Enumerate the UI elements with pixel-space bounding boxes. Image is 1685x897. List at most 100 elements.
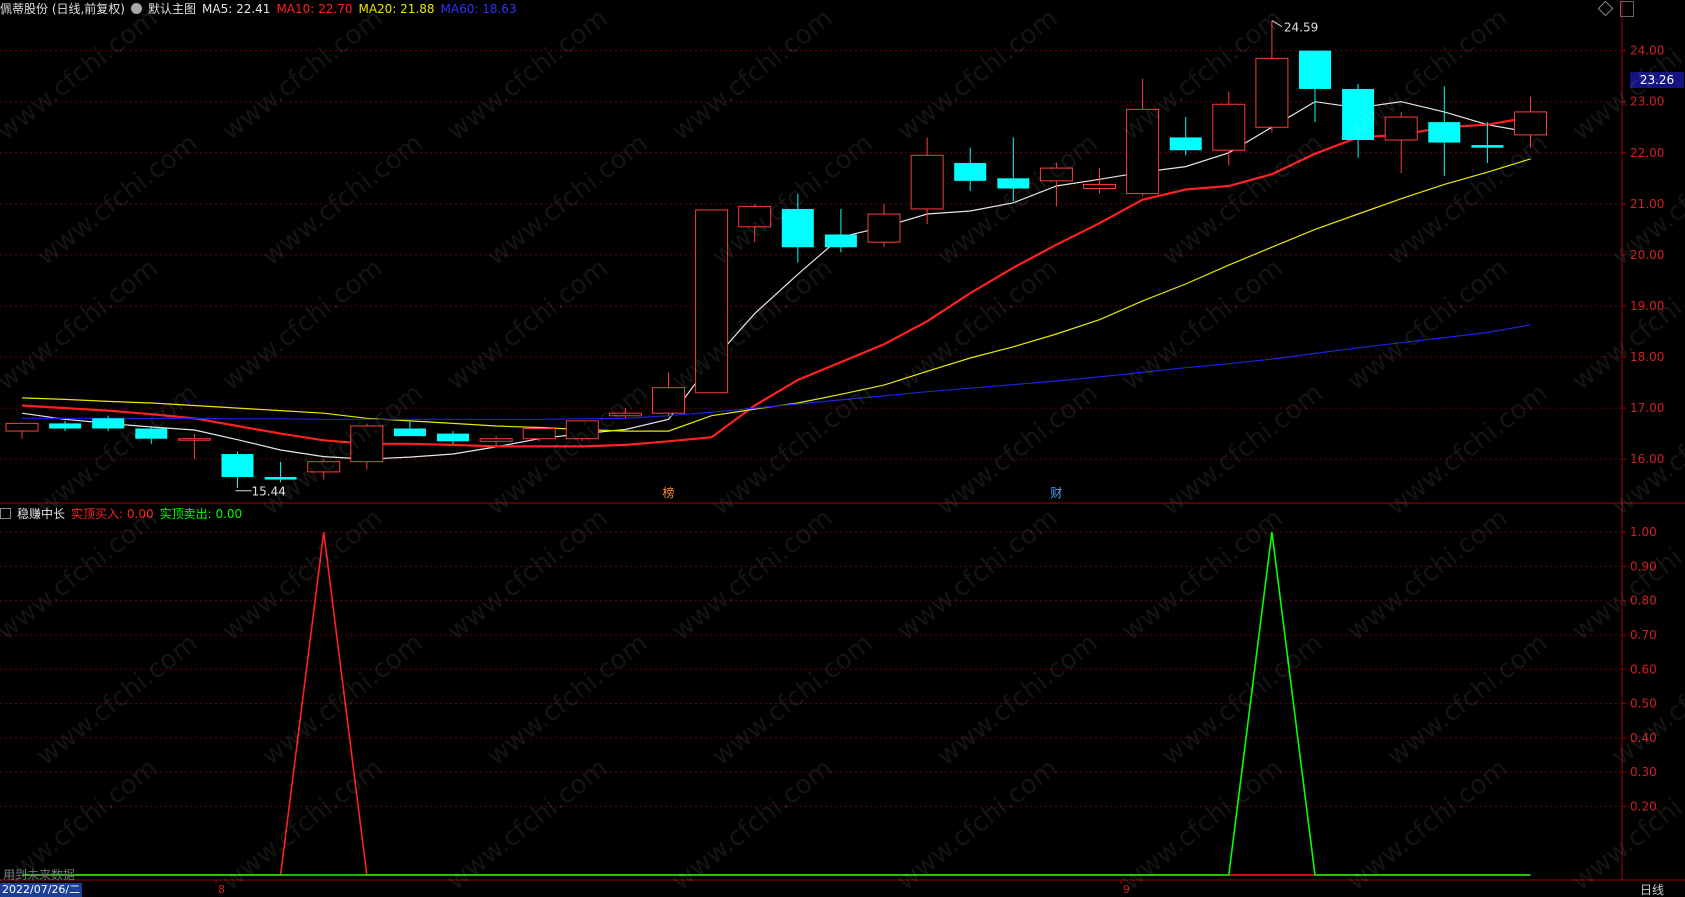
candle-body bbox=[781, 208, 814, 248]
candle-body bbox=[608, 412, 642, 417]
candle-body bbox=[1039, 167, 1073, 182]
candle-body bbox=[1255, 57, 1289, 128]
candle-body bbox=[910, 154, 944, 210]
indicator-name[interactable]: 稳赚中长 bbox=[17, 507, 65, 521]
candle-body bbox=[522, 428, 556, 440]
candle bbox=[49, 420, 82, 432]
panel-toggle-icon[interactable] bbox=[1620, 1, 1634, 17]
candle bbox=[177, 433, 211, 460]
candle-body bbox=[177, 438, 211, 441]
candle bbox=[1169, 117, 1202, 156]
month-label: 8 bbox=[218, 883, 225, 896]
ma-line-ma10 bbox=[21, 115, 1531, 448]
price-tick-label: 19.00 bbox=[1630, 299, 1664, 313]
indicator-tick-label: 0.90 bbox=[1630, 559, 1657, 573]
indicator-tick-label: 0.50 bbox=[1630, 697, 1657, 711]
month-label: 9 bbox=[1123, 883, 1130, 896]
ma10-label: MA10: 22.70 bbox=[276, 2, 353, 16]
candle bbox=[350, 423, 384, 470]
candle-body bbox=[49, 423, 82, 429]
candle-body bbox=[221, 454, 254, 478]
candle bbox=[1126, 78, 1160, 197]
candle-body bbox=[135, 428, 168, 439]
event-marker: 榜 bbox=[663, 485, 675, 500]
price-tick-label: 17.00 bbox=[1630, 401, 1664, 415]
candle-body bbox=[1342, 88, 1375, 140]
candle bbox=[1384, 111, 1418, 174]
candle-body bbox=[1384, 116, 1418, 141]
ma60-label: MA60: 18.63 bbox=[440, 2, 517, 16]
candle-body bbox=[264, 477, 297, 480]
buy-label: 实顶买入: 0.00 bbox=[71, 507, 154, 521]
event-marker: 财 bbox=[1050, 486, 1062, 500]
indicator-toggle-icon[interactable] bbox=[0, 508, 11, 519]
candle bbox=[1471, 122, 1504, 163]
period-label[interactable]: 日线 bbox=[1640, 883, 1664, 897]
candle bbox=[695, 209, 729, 394]
high-pointer bbox=[1271, 20, 1283, 27]
current-price-badge: 23.26 bbox=[1630, 72, 1684, 88]
ma-line-ma20 bbox=[21, 158, 1531, 432]
future-data-note: 用到未来数据 bbox=[3, 868, 76, 882]
indicator-tick-label: 0.40 bbox=[1630, 731, 1657, 745]
price-tick-label: 16.00 bbox=[1630, 452, 1664, 466]
candle bbox=[997, 137, 1030, 202]
indicator-tick-label: 0.60 bbox=[1630, 662, 1657, 676]
candle-body bbox=[954, 162, 987, 181]
candle bbox=[867, 203, 901, 248]
candle-body bbox=[479, 438, 513, 442]
candle bbox=[910, 137, 944, 225]
indicator-tick-label: 0.80 bbox=[1630, 594, 1657, 608]
candle bbox=[1255, 20, 1289, 133]
candle-body bbox=[437, 433, 469, 442]
ma20-label: MA20: 21.88 bbox=[358, 2, 435, 16]
price-tick-label: 20.00 bbox=[1630, 248, 1664, 262]
candle-body bbox=[5, 422, 39, 432]
stock-chart[interactable]: 16.00 17.00 18.00 19.00 20.00 21.00 22.00 23.00… bbox=[0, 0, 1685, 897]
candle-body bbox=[738, 205, 772, 228]
indicator-tick-label: 0.30 bbox=[1630, 765, 1657, 779]
candle-body bbox=[350, 425, 384, 463]
candle bbox=[307, 459, 341, 480]
candle-body bbox=[997, 178, 1030, 189]
candle bbox=[135, 425, 168, 444]
candle bbox=[221, 451, 254, 488]
price-tick-label: 22.00 bbox=[1630, 146, 1664, 160]
candle-body bbox=[695, 209, 729, 394]
main-chart-header: 佩蒂股份 (日线,前复权) 默认主图 MA5: 22.41 MA10: 22.70 MA… bbox=[0, 0, 523, 18]
candle bbox=[652, 372, 685, 416]
candle-body bbox=[1126, 108, 1160, 195]
cursor-date: 2022/07/26/二 bbox=[0, 883, 83, 897]
indicator-tick-label: 0.70 bbox=[1630, 628, 1657, 642]
candle bbox=[738, 203, 772, 243]
price-tick-label: 23.00 bbox=[1630, 95, 1664, 109]
price-tick-label: 18.00 bbox=[1630, 350, 1664, 364]
stock-title[interactable]: 佩蒂股份 (日线,前复权) bbox=[0, 2, 125, 16]
candle-body bbox=[652, 387, 685, 414]
candle bbox=[264, 461, 297, 483]
candle-body bbox=[1428, 122, 1461, 143]
price-tick-label: 21.00 bbox=[1630, 197, 1664, 211]
candle bbox=[565, 420, 599, 442]
high-price-label: 24.59 bbox=[1284, 21, 1318, 35]
candle bbox=[954, 147, 987, 192]
chart-settings-icon[interactable] bbox=[131, 3, 142, 14]
candle bbox=[608, 408, 642, 419]
indicator-header: 稳赚中长 实顶买入: 0.00 实顶卖出: 0.00 bbox=[0, 505, 248, 523]
candle bbox=[393, 420, 426, 437]
candle-body bbox=[393, 428, 426, 437]
ma-line-ma60 bbox=[22, 324, 1531, 420]
candle bbox=[1342, 83, 1375, 158]
chart-name[interactable]: 默认主图 bbox=[148, 2, 196, 16]
candle-body bbox=[565, 420, 599, 440]
candle-body bbox=[1471, 145, 1504, 148]
ma5-label: MA5: 22.41 bbox=[202, 2, 271, 16]
candle bbox=[1212, 91, 1246, 166]
candle-body bbox=[1514, 111, 1547, 136]
candle-body bbox=[1299, 50, 1331, 89]
candle-body bbox=[307, 461, 341, 473]
low-price-label: 15.44 bbox=[252, 485, 286, 499]
sell-label: 实顶卖出: 0.00 bbox=[159, 507, 243, 521]
candle-body bbox=[1212, 103, 1246, 151]
candle-body bbox=[1169, 137, 1202, 151]
